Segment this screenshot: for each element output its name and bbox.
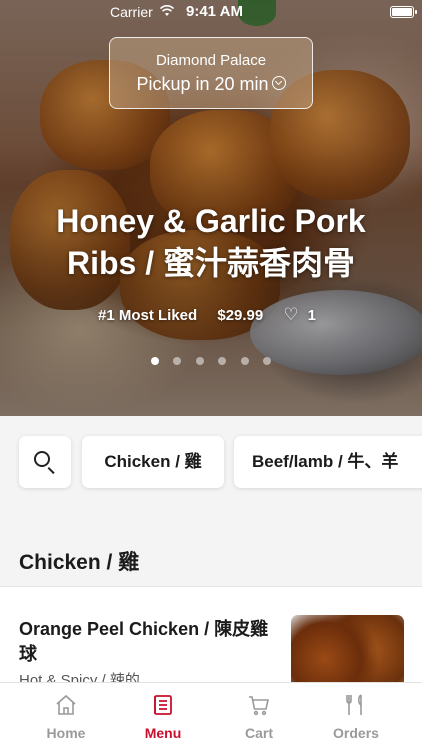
category-chip-chicken[interactable]: Chicken / 雞 — [82, 436, 224, 488]
screen: Carrier 9:41 AM Diamond Palace Pickup in… — [0, 0, 422, 750]
tab-menu[interactable]: Menu — [115, 683, 211, 750]
carousel-dot[interactable] — [240, 357, 249, 365]
home-icon — [56, 694, 76, 715]
featured-dish-meta: #1 Most Liked $29.99 ♡ 1 — [0, 305, 422, 325]
search-button[interactable] — [19, 436, 71, 488]
cart-icon — [249, 696, 269, 716]
store-name: Diamond Palace — [155, 52, 267, 69]
menu-list[interactable]: Orange Peel Chicken / 陳皮雞球 Hot & Spicy /… — [0, 586, 422, 686]
menu-icon — [154, 695, 172, 715]
carousel-dots[interactable] — [0, 352, 422, 370]
chevron-down-icon — [271, 76, 286, 91]
carousel-dot[interactable] — [150, 357, 159, 365]
clock: 9:41 AM — [186, 3, 243, 20]
item-photo — [291, 615, 404, 686]
tab-home[interactable]: Home — [18, 683, 114, 750]
tab-orders[interactable]: Orders — [308, 683, 404, 750]
tab-label: Cart — [244, 725, 273, 741]
orders-icon — [346, 694, 362, 715]
pickup-time: Pickup in 20 min — [110, 74, 312, 95]
like-count-value: 1 — [307, 307, 317, 324]
carousel-dot[interactable] — [195, 357, 204, 365]
carousel-dot[interactable] — [218, 357, 227, 365]
tab-bar: Home Menu Cart Orders — [0, 682, 422, 750]
search-icon — [34, 451, 50, 467]
carousel-dot[interactable] — [173, 357, 182, 365]
battery-icon — [390, 6, 417, 18]
wifi-icon — [160, 5, 174, 16]
tab-cart[interactable]: Cart — [211, 683, 307, 750]
like-count[interactable]: ♡ 1 — [283, 305, 324, 324]
carousel-dot[interactable] — [263, 357, 272, 365]
store-selector[interactable]: Diamond Palace Pickup in 20 min — [109, 37, 313, 109]
tab-label: Home — [46, 725, 86, 741]
featured-hero[interactable]: Carrier 9:41 AM Diamond Palace Pickup in… — [0, 0, 422, 416]
carrier-label: Carrier — [110, 4, 153, 20]
tab-label: Orders — [333, 725, 379, 741]
featured-dish-title: Honey & Garlic Pork Ribs / 蜜汁蒜香肉骨 — [56, 203, 366, 281]
rank-badge: #1 Most Liked — [97, 307, 198, 324]
category-chip-beef-lamb[interactable]: Beef/lamb / 牛、羊 — [234, 436, 422, 488]
item-name: Orange Peel Chicken / 陳皮雞球 — [19, 619, 269, 664]
tab-label: Menu — [144, 725, 182, 741]
section-title: Chicken / 雞 — [19, 551, 140, 574]
price: $29.99 — [217, 307, 264, 324]
category-bar[interactable]: Chicken / 雞 Beef/lamb / 牛、羊 — [0, 416, 422, 520]
status-bar: Carrier 9:41 AM — [0, 0, 422, 24]
pickup-label: Pickup in 20 min — [136, 74, 269, 94]
heart-icon: ♡ — [283, 305, 299, 324]
